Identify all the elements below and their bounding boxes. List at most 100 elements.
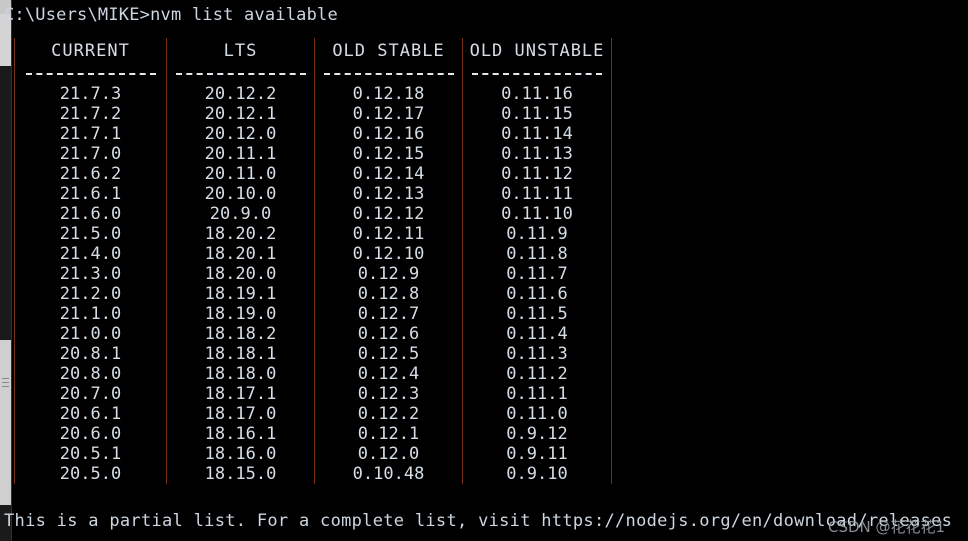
scrollbar-grip-line [2,378,9,379]
cell-current: 21.2.0 [14,284,167,304]
vertical-scrollbar[interactable] [0,0,12,541]
cell-lts: 20.12.1 [166,104,315,124]
cell-old-unstable: 0.11.11 [462,184,612,204]
cell-current: 21.6.0 [14,204,167,224]
cell-old-unstable: 0.11.1 [462,384,612,404]
table-row: 21.1.0 18.19.0 0.12.7 0.11.5 [14,304,612,324]
cell-old-stable: 0.12.7 [314,304,463,324]
cell-lts: 20.12.2 [166,84,315,104]
cell-current: 20.7.0 [14,384,167,404]
cell-old-stable: 0.12.13 [314,184,463,204]
cell-old-unstable: 0.11.9 [462,224,612,244]
cell-old-unstable: 0.11.4 [462,324,612,344]
table-row: 21.7.2 20.12.1 0.12.17 0.11.15 [14,104,612,124]
cell-current: 21.7.2 [14,104,167,124]
cell-old-unstable: 0.9.12 [462,424,612,444]
table-body: 21.7.3 20.12.2 0.12.18 0.11.16 21.7.2 20.12.1… [14,84,612,484]
cell-old-stable: 0.12.11 [314,224,463,244]
cell-old-stable: 0.12.4 [314,364,463,384]
column-header-current: CURRENT [14,38,167,64]
cell-old-stable: 0.12.15 [314,144,463,164]
cell-old-stable: 0.12.18 [314,84,463,104]
cell-lts: 18.17.1 [166,384,315,404]
cell-old-unstable: 0.11.13 [462,144,612,164]
cell-current: 21.1.0 [14,304,167,324]
column-header-old-stable: OLD STABLE [314,38,463,64]
cell-current: 20.6.0 [14,424,167,444]
scrollbar-grip-line [2,386,9,387]
cell-old-unstable: 0.11.6 [462,284,612,304]
cell-lts: 20.10.0 [166,184,315,204]
cell-old-unstable: 0.11.8 [462,244,612,264]
cell-old-unstable: 0.11.12 [462,164,612,184]
cell-old-stable: 0.12.14 [314,164,463,184]
table-row: 21.6.0 20.9.0 0.12.12 0.11.10 [14,204,612,224]
cell-lts: 18.18.2 [166,324,315,344]
cell-lts: 18.17.0 [166,404,315,424]
cell-current: 21.7.1 [14,124,167,144]
cell-old-stable: 0.12.8 [314,284,463,304]
table-row: 21.6.1 20.10.0 0.12.13 0.11.11 [14,184,612,204]
cell-lts: 18.20.0 [166,264,315,284]
cell-old-unstable: 0.11.16 [462,84,612,104]
cell-old-stable: 0.12.2 [314,404,463,424]
header-divider-current [14,64,167,84]
header-divider-old-stable [314,64,463,84]
header-divider-lts [166,64,315,84]
table-row: 21.3.0 18.20.0 0.12.9 0.11.7 [14,264,612,284]
cell-lts: 20.12.0 [166,124,315,144]
cell-lts: 18.18.0 [166,364,315,384]
column-header-old-unstable: OLD UNSTABLE [462,38,612,64]
cell-current: 21.6.1 [14,184,167,204]
command-prompt-line: C:\Users\MIKE>nvm list available [4,5,338,25]
cell-current: 21.3.0 [14,264,167,284]
cell-lts: 18.20.1 [166,244,315,264]
cell-lts: 20.9.0 [166,204,315,224]
table-row: 21.6.2 20.11.0 0.12.14 0.11.12 [14,164,612,184]
table-row: 21.7.0 20.11.1 0.12.15 0.11.13 [14,144,612,164]
table-row: 21.5.0 18.20.2 0.12.11 0.11.9 [14,224,612,244]
cell-lts: 18.19.1 [166,284,315,304]
cell-old-unstable: 0.9.10 [462,464,612,484]
table-row: 21.4.0 18.20.1 0.12.10 0.11.8 [14,244,612,264]
cell-old-unstable: 0.11.2 [462,364,612,384]
cell-old-stable: 0.12.0 [314,444,463,464]
cell-old-stable: 0.12.3 [314,384,463,404]
table-row: 21.7.3 20.12.2 0.12.18 0.11.16 [14,84,612,104]
cell-old-stable: 0.12.5 [314,344,463,364]
cell-old-unstable: 0.11.15 [462,104,612,124]
cell-current: 20.6.1 [14,404,167,424]
header-divider-old-unstable [462,64,612,84]
table-row: 20.8.0 18.18.0 0.12.4 0.11.2 [14,364,612,384]
cell-current: 20.5.1 [14,444,167,464]
cell-old-stable: 0.12.12 [314,204,463,224]
cell-current: 21.7.3 [14,84,167,104]
partial-list-note: This is a partial list. For a complete l… [4,511,953,531]
cell-old-unstable: 0.11.3 [462,344,612,364]
cell-current: 21.4.0 [14,244,167,264]
table-header-row: CURRENT LTS OLD STABLE OLD UNSTABLE [14,38,612,64]
cell-lts: 18.16.0 [166,444,315,464]
cell-lts: 18.16.1 [166,424,315,444]
table-row: 21.0.0 18.18.2 0.12.6 0.11.4 [14,324,612,344]
cell-old-unstable: 0.9.11 [462,444,612,464]
cell-current: 21.0.0 [14,324,167,344]
table-row: 20.8.1 18.18.1 0.12.5 0.11.3 [14,344,612,364]
header-underline-row [14,64,612,84]
table-row: 20.5.1 18.16.0 0.12.0 0.9.11 [14,444,612,464]
cell-lts: 18.19.0 [166,304,315,324]
cell-current: 21.7.0 [14,144,167,164]
cell-current: 20.8.1 [14,344,167,364]
cell-old-unstable: 0.11.5 [462,304,612,324]
scrollbar-thumb-lower[interactable] [0,340,11,505]
cell-old-unstable: 0.11.14 [462,124,612,144]
cell-old-stable: 0.10.48 [314,464,463,484]
scrollbar-grip-line [2,382,9,383]
table-row: 21.7.1 20.12.0 0.12.16 0.11.14 [14,124,612,144]
cell-old-unstable: 0.11.0 [462,404,612,424]
cell-old-stable: 0.12.10 [314,244,463,264]
table-row: 21.2.0 18.19.1 0.12.8 0.11.6 [14,284,612,304]
cell-lts: 20.11.1 [166,144,315,164]
node-versions-table: CURRENT LTS OLD STABLE OLD UNSTABLE 21.7… [14,38,612,484]
cell-lts: 18.18.1 [166,344,315,364]
